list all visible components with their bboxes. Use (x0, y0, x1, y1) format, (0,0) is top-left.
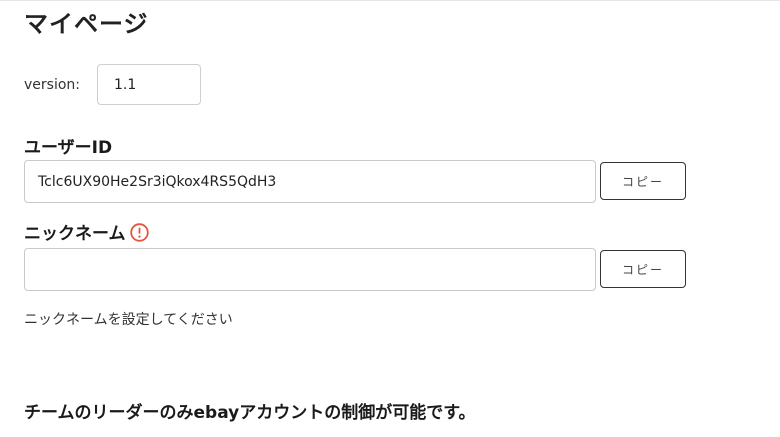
nickname-label-row: ニックネーム (24, 219, 149, 244)
user-id-label: ユーザーID (24, 138, 113, 158)
nickname-hint: ニックネームを設定してください (24, 312, 233, 328)
leader-notice: チームのリーダーのみebayアカウントの制御が可能です。 (24, 403, 476, 423)
nickname-label: ニックネーム (24, 224, 126, 244)
nickname-input[interactable] (24, 248, 596, 291)
version-value: 1.1 (97, 64, 201, 105)
version-row: version: 1.1 (24, 63, 201, 106)
user-id-field[interactable]: Tclc6UX90He2Sr3iQkox4RS5QdH3 (24, 160, 596, 203)
version-label: version: (24, 76, 80, 93)
copy-nickname-button[interactable]: コピー (600, 250, 686, 288)
top-divider (0, 0, 780, 1)
page-title: マイページ (24, 10, 149, 38)
warning-icon (129, 223, 149, 242)
copy-user-id-button[interactable]: コピー (600, 162, 686, 200)
